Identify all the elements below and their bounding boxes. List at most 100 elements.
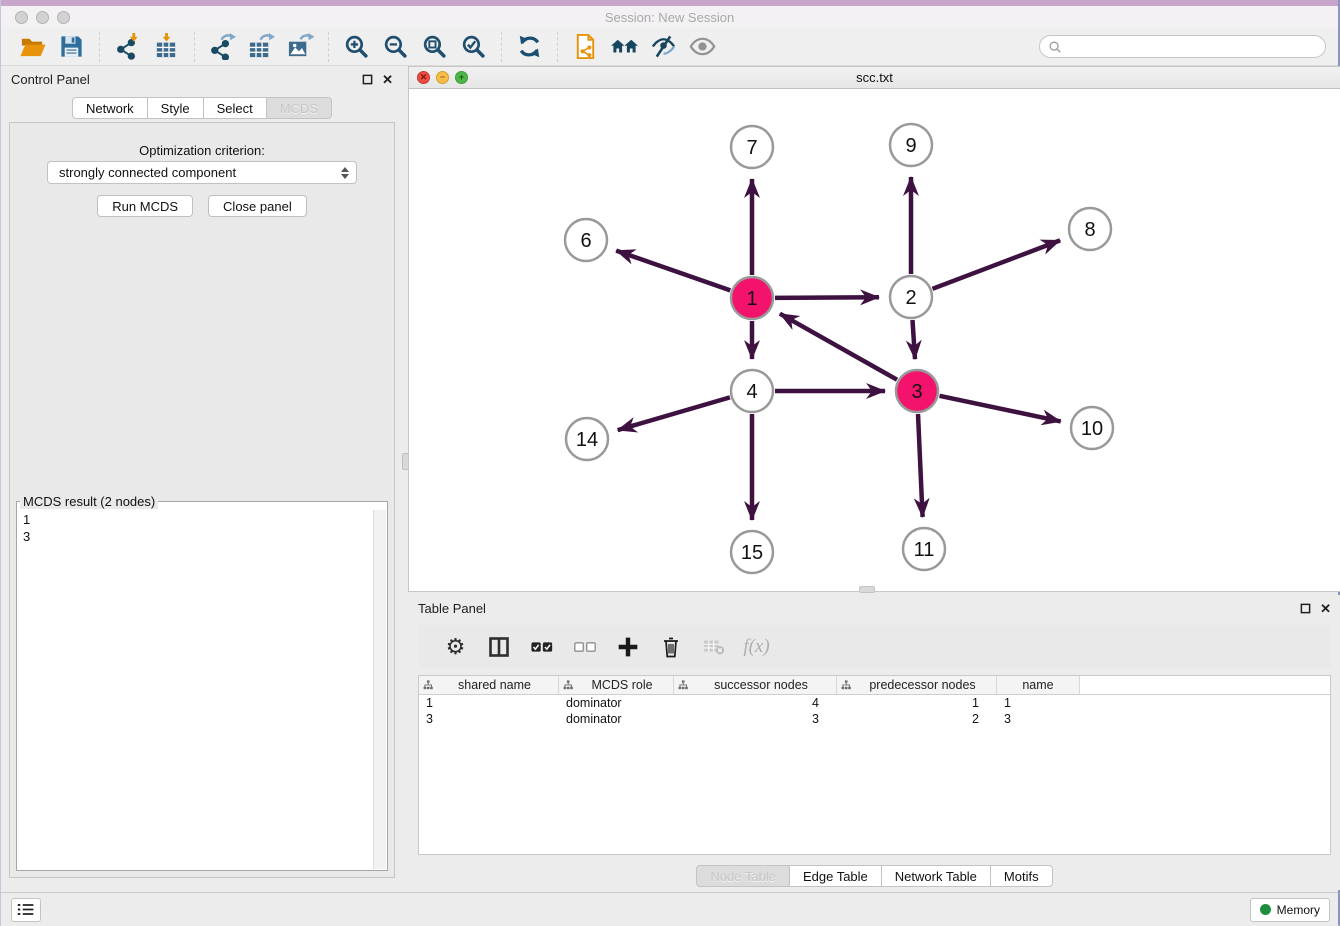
export-image-icon[interactable] (285, 31, 316, 62)
node-7[interactable]: 7 (731, 126, 773, 168)
node-6[interactable]: 6 (565, 219, 607, 261)
export-network-icon[interactable] (207, 31, 238, 62)
control-panel-tabs: NetworkStyleSelectMCDS (1, 97, 403, 119)
node-table: shared nameMCDS rolesuccessor nodesprede… (418, 675, 1331, 855)
cell[interactable]: 3 (997, 711, 1080, 727)
open-session-icon[interactable] (17, 31, 48, 62)
tab-select[interactable]: Select (203, 97, 267, 119)
toolbar-separator (328, 32, 329, 62)
node-2[interactable]: 2 (890, 276, 932, 318)
column-header-mcds-role[interactable]: MCDS role (559, 676, 674, 694)
main-toolbar (1, 28, 1338, 66)
mcds-tab-content: Optimization criterion: strongly connect… (9, 122, 395, 878)
zoom-in-icon[interactable] (341, 31, 372, 62)
edge-3-10[interactable] (940, 396, 1061, 422)
zoom-selected-icon[interactable] (458, 31, 489, 62)
add-column-icon[interactable] (612, 631, 643, 662)
node-label: 6 (580, 230, 591, 252)
unselect-all-icon[interactable] (569, 631, 600, 662)
task-history-button[interactable] (11, 898, 41, 922)
columns-icon[interactable] (483, 631, 514, 662)
edge-3-11[interactable] (918, 414, 923, 517)
toolbar-separator (557, 32, 558, 62)
tab-network-table[interactable]: Network Table (881, 865, 991, 887)
cell[interactable]: 4 (674, 695, 837, 711)
result-scrollbar[interactable] (373, 510, 386, 869)
table-panel-header: Table Panel ✕ (408, 595, 1340, 621)
table-header-row: shared nameMCDS rolesuccessor nodesprede… (419, 676, 1330, 695)
node-10[interactable]: 10 (1071, 407, 1113, 449)
cell[interactable]: dominator (559, 711, 674, 727)
tab-motifs[interactable]: Motifs (990, 865, 1053, 887)
mcds-result-group: MCDS result (2 nodes) 13 (16, 494, 388, 871)
horizontal-splitter-handle[interactable] (859, 586, 875, 593)
node-9[interactable]: 9 (890, 124, 932, 166)
select-all-icon[interactable] (526, 631, 557, 662)
cell[interactable]: 1 (837, 695, 997, 711)
refresh-icon[interactable] (514, 31, 545, 62)
edge-1-6[interactable] (616, 251, 730, 291)
edge-2-8[interactable] (933, 240, 1061, 288)
close-table-panel-icon[interactable]: ✕ (1320, 602, 1331, 615)
cell[interactable]: dominator (559, 695, 674, 711)
node-4[interactable]: 4 (731, 370, 773, 412)
search-input[interactable] (1067, 40, 1317, 54)
cell[interactable]: 1 (997, 695, 1080, 711)
network-canvas[interactable]: 7 9 6 8 1 2 4 3 14 10 15 11 (409, 89, 1340, 591)
cell[interactable]: 1 (419, 695, 559, 711)
edge-4-14[interactable] (618, 397, 730, 430)
cell[interactable]: 3 (419, 711, 559, 727)
edge-3-1[interactable] (780, 314, 897, 380)
delete-column-icon[interactable] (655, 631, 686, 662)
criterion-select[interactable]: strongly connected component (47, 161, 357, 184)
tab-network[interactable]: Network (72, 97, 148, 119)
memory-status-icon (1260, 904, 1271, 915)
search-box[interactable] (1039, 35, 1326, 58)
column-header-predecessor-nodes[interactable]: predecessor nodes (837, 676, 997, 694)
export-table-icon[interactable] (246, 31, 277, 62)
table-row[interactable]: 3dominator323 (419, 711, 1330, 727)
edge-1-2[interactable] (775, 297, 879, 298)
column-header-successor-nodes[interactable]: successor nodes (674, 676, 837, 694)
clone-network-icon[interactable] (570, 31, 601, 62)
edge-2-3[interactable] (913, 320, 916, 359)
zoom-out-icon[interactable] (380, 31, 411, 62)
node-label: 7 (746, 137, 757, 159)
node-3[interactable]: 3 (896, 370, 938, 412)
import-table-icon[interactable] (151, 31, 182, 62)
import-network-icon[interactable] (112, 31, 143, 62)
toolbar-separator (99, 32, 100, 62)
float-panel-icon[interactable] (362, 74, 373, 85)
first-neighbors-icon[interactable] (609, 31, 640, 62)
save-session-icon[interactable] (56, 31, 87, 62)
node-label: 8 (1084, 219, 1095, 241)
control-panel-title: Control Panel (11, 72, 90, 87)
node-1[interactable]: 1 (731, 277, 773, 319)
node-label: 3 (911, 381, 922, 403)
node-label: 2 (905, 287, 916, 309)
tab-mcds[interactable]: MCDS (266, 97, 332, 119)
search-icon (1048, 40, 1062, 54)
node-15[interactable]: 15 (731, 531, 773, 573)
node-8[interactable]: 8 (1069, 208, 1111, 250)
cell[interactable]: 2 (837, 711, 997, 727)
node-label: 14 (576, 429, 598, 451)
float-table-panel-icon[interactable] (1300, 603, 1311, 614)
close-panel-button[interactable]: Close panel (208, 195, 307, 217)
memory-button[interactable]: Memory (1250, 898, 1330, 922)
column-header-name[interactable]: name (997, 676, 1080, 694)
tab-edge-table[interactable]: Edge Table (789, 865, 882, 887)
network-view-window: ✕ − + scc.txt 7968124314101511 (408, 66, 1340, 592)
gear-icon[interactable]: ⚙ (440, 631, 471, 662)
node-11[interactable]: 11 (903, 528, 945, 570)
tab-node-table[interactable]: Node Table (696, 865, 790, 887)
tab-style[interactable]: Style (147, 97, 204, 119)
cell[interactable]: 3 (674, 711, 837, 727)
node-14[interactable]: 14 (566, 418, 608, 460)
hide-selected-icon[interactable] (648, 31, 679, 62)
table-row[interactable]: 1dominator411 (419, 695, 1330, 711)
run-mcds-button[interactable]: Run MCDS (97, 195, 193, 217)
close-panel-icon[interactable]: ✕ (382, 73, 393, 86)
zoom-fit-icon[interactable] (419, 31, 450, 62)
column-header-shared-name[interactable]: shared name (419, 676, 559, 694)
